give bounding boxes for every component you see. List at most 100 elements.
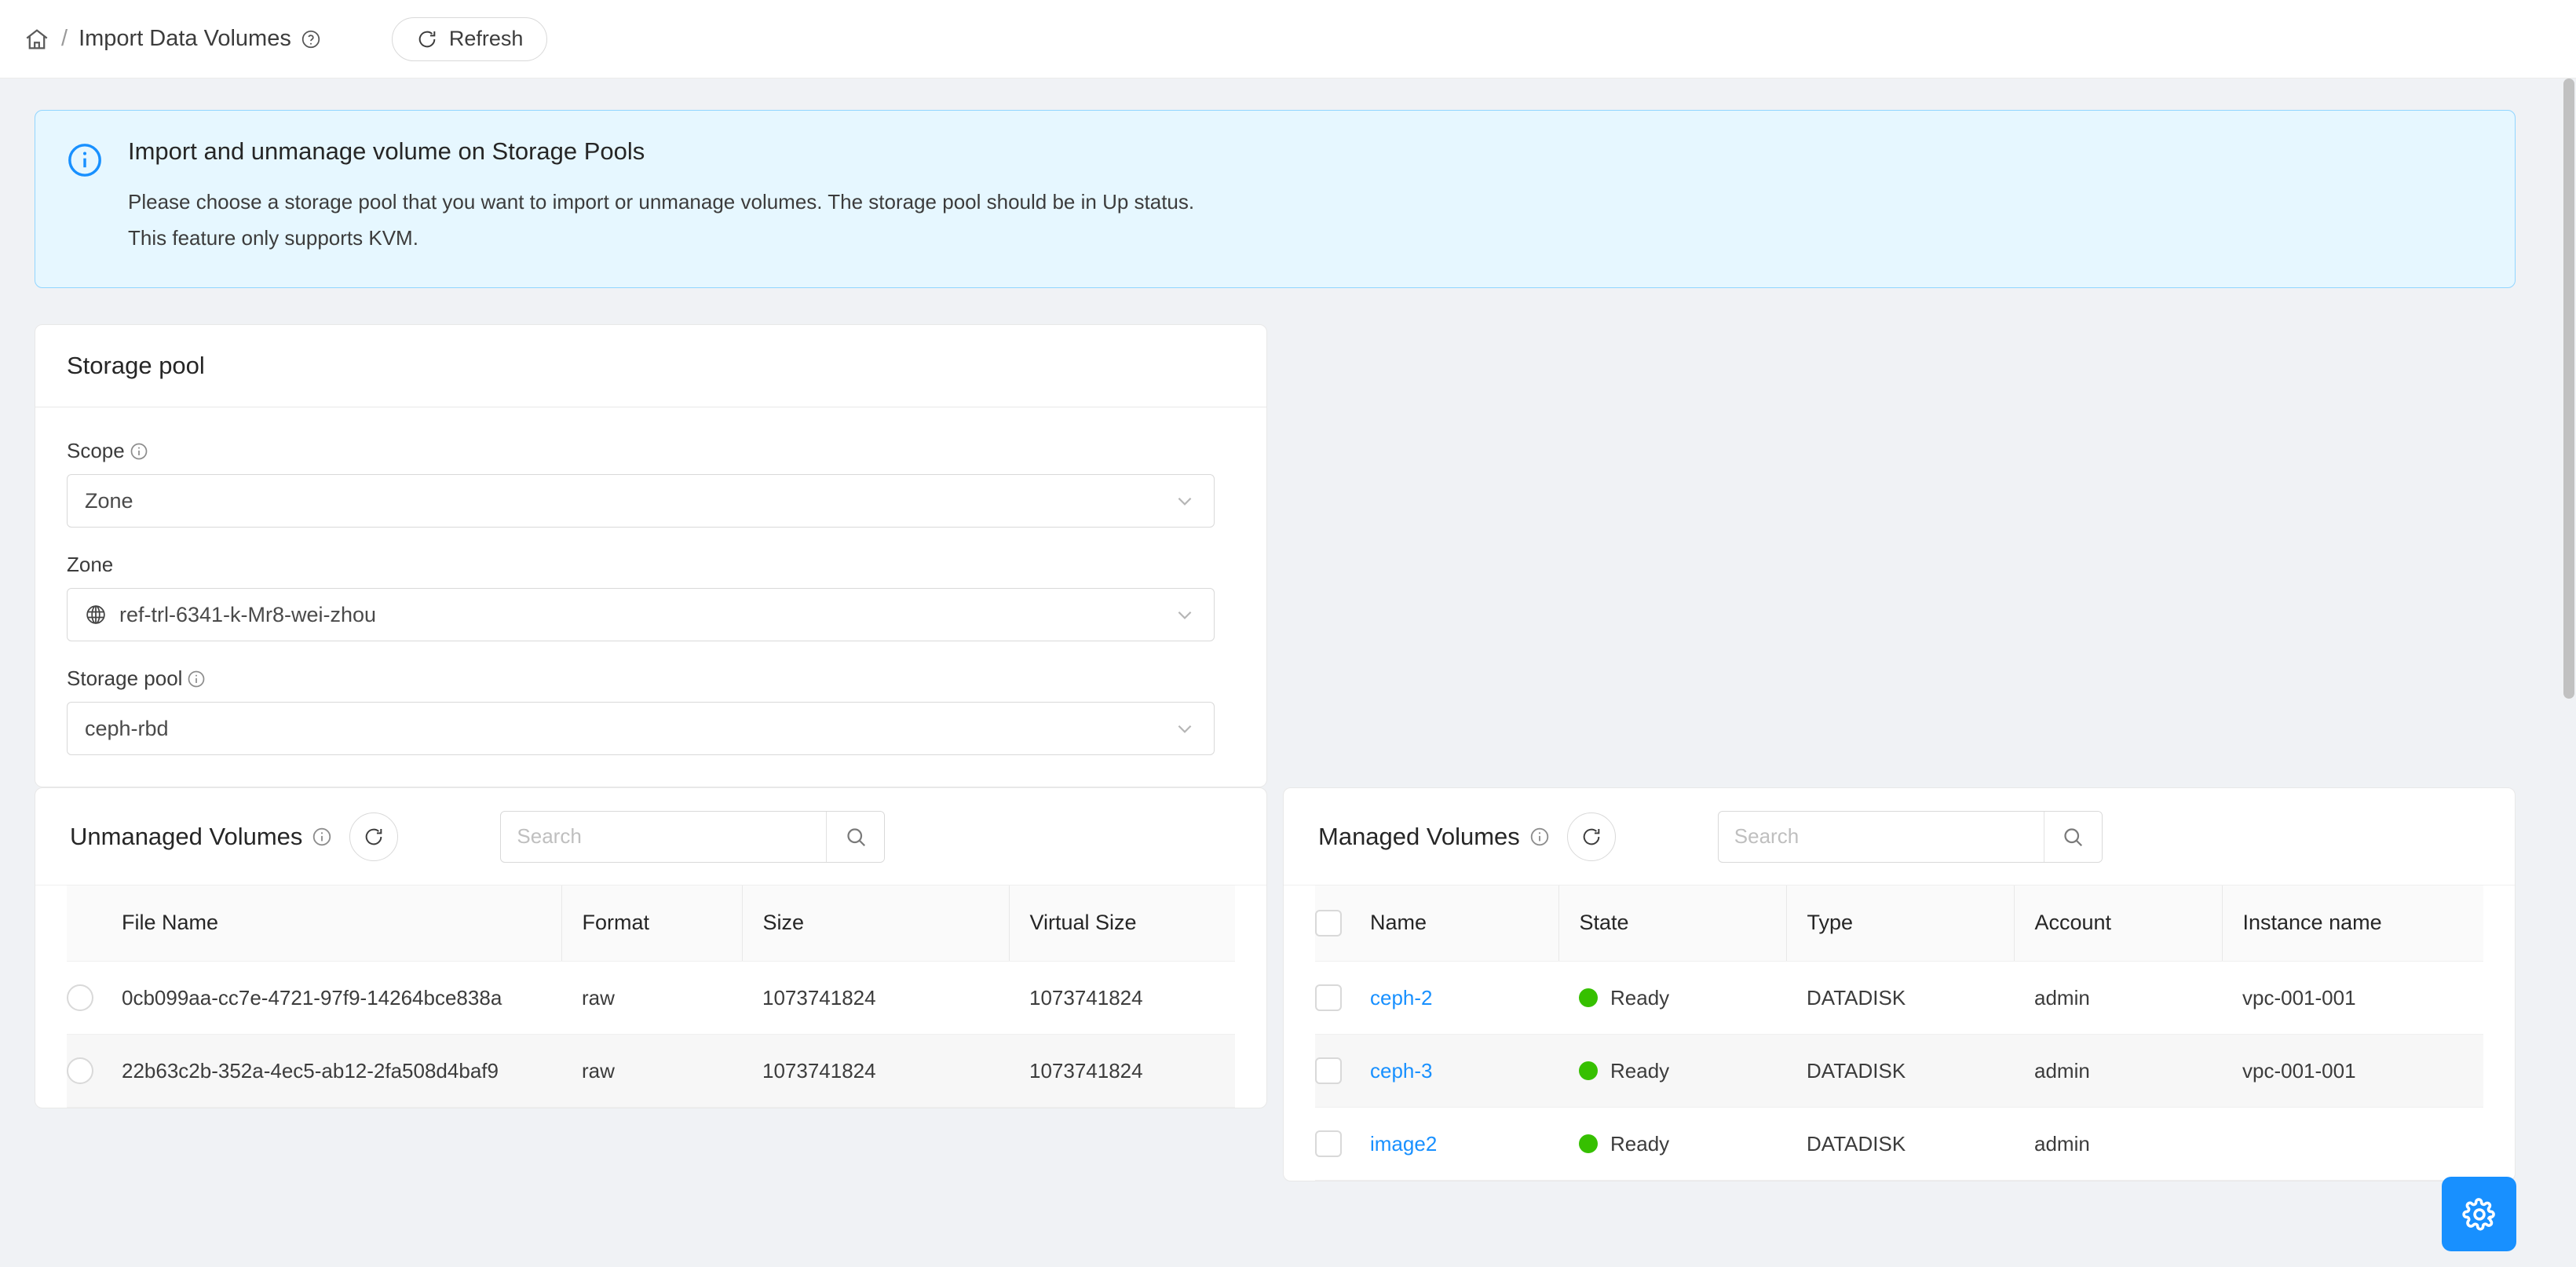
- unmanaged-volumes-panel: Unmanaged Volumes: [35, 787, 1267, 1108]
- status-badge: Ready: [1579, 982, 1786, 1013]
- managed-search-input[interactable]: [1719, 812, 2044, 862]
- managed-table-body: ceph-2 Ready DATADISK admin: [1315, 961, 2483, 1181]
- table-row[interactable]: image2 Ready DATADISK admin: [1315, 1108, 2483, 1181]
- unmanaged-column: Unmanaged Volumes: [35, 787, 1267, 1181]
- unmanaged-search: [500, 811, 885, 863]
- table-row[interactable]: 22b63c2b-352a-4ec5-ab12-2fa508d4baf9 raw…: [67, 1034, 1235, 1107]
- status-dot-icon: [1579, 988, 1598, 1007]
- globe-icon: [85, 604, 119, 626]
- question-circle-icon[interactable]: [291, 29, 321, 49]
- storage-pool-card-title: Storage pool: [35, 325, 1266, 407]
- managed-row-select-cell: [1315, 1108, 1370, 1181]
- scope-label: Scope: [67, 439, 125, 463]
- managed-cell-type: DATADISK: [1786, 961, 2014, 1034]
- managed-cell-name: image2: [1370, 1108, 1558, 1181]
- info-circle-icon[interactable]: [312, 827, 332, 847]
- unmanaged-volumes-table: File Name Format Size Virtual Size: [67, 885, 1235, 1108]
- status-label: Ready: [1610, 1128, 1669, 1159]
- scope-select[interactable]: Zone: [67, 474, 1215, 528]
- unmanaged-volumes-header: Unmanaged Volumes: [35, 788, 1266, 885]
- managed-volumes-title: Managed Volumes: [1318, 823, 1520, 851]
- scope-label-row: Scope: [67, 439, 1235, 463]
- storage-pool-select-value: ceph-rbd: [85, 717, 169, 741]
- storage-pool-label-row: Storage pool: [67, 666, 1235, 691]
- table-row[interactable]: ceph-3 Ready DATADISK admin: [1315, 1034, 2483, 1107]
- zone-label: Zone: [67, 553, 113, 577]
- info-banner-line-1: Please choose a storage pool that you wa…: [128, 184, 1194, 221]
- unmanaged-cell-virtual-size: 1073741824: [1009, 961, 1235, 1034]
- info-circle-icon[interactable]: [130, 442, 148, 461]
- managed-cell-name: ceph-2: [1370, 961, 1558, 1034]
- unmanaged-table-body: 0cb099aa-cc7e-4721-97f9-14264bce838a raw…: [67, 961, 1235, 1108]
- managed-cell-instance-name: vpc-001-001: [2222, 961, 2483, 1034]
- managed-col-instance-name: Instance name: [2222, 885, 2483, 961]
- unmanaged-volumes-title: Unmanaged Volumes: [70, 823, 302, 851]
- unmanaged-cell-file-name: 22b63c2b-352a-4ec5-ab12-2fa508d4baf9: [122, 1034, 561, 1107]
- scrollbar-thumb[interactable]: [2563, 79, 2574, 699]
- table-row[interactable]: ceph-2 Ready DATADISK admin: [1315, 961, 2483, 1034]
- managed-col-name: Name: [1370, 885, 1558, 961]
- status-dot-icon: [1579, 1134, 1598, 1153]
- storage-pool-label: Storage pool: [67, 666, 182, 691]
- reload-icon: [1580, 826, 1602, 848]
- unmanaged-volumes-title-group: Unmanaged Volumes: [70, 823, 332, 851]
- info-circle-icon[interactable]: [1529, 827, 1550, 847]
- managed-col-type: Type: [1786, 885, 2014, 961]
- info-banner-text: Import and unmanage volume on Storage Po…: [128, 137, 1194, 256]
- unmanaged-search-input[interactable]: [501, 812, 826, 862]
- managed-volumes-panel: Managed Volumes: [1283, 787, 2516, 1181]
- row-checkbox[interactable]: [1315, 984, 1342, 1011]
- storage-pool-form: Scope Zone Zone: [35, 407, 1266, 787]
- scope-select-value: Zone: [85, 489, 133, 513]
- page-scrollbar[interactable]: [2560, 79, 2576, 1267]
- refresh-button[interactable]: Refresh: [392, 17, 548, 61]
- unmanaged-table-head: File Name Format Size Virtual Size: [67, 885, 1235, 961]
- managed-cell-account: admin: [2014, 1108, 2222, 1181]
- unmanaged-col-file-name: File Name: [122, 885, 561, 961]
- table-row[interactable]: 0cb099aa-cc7e-4721-97f9-14264bce838a raw…: [67, 961, 1235, 1034]
- breadcrumb-separator: /: [61, 26, 68, 52]
- reload-icon: [363, 826, 385, 848]
- managed-row-select-cell: [1315, 961, 1370, 1034]
- volume-link[interactable]: image2: [1370, 1132, 1437, 1156]
- unmanaged-cell-file-name: 0cb099aa-cc7e-4721-97f9-14264bce838a: [122, 961, 561, 1034]
- unmanaged-row-select-cell: [67, 1034, 122, 1107]
- info-banner: Import and unmanage volume on Storage Po…: [35, 110, 2516, 288]
- volume-link[interactable]: ceph-3: [1370, 1059, 1433, 1083]
- storage-pool-card: Storage pool Scope Zone: [35, 324, 1267, 787]
- info-banner-line-2: This feature only supports KVM.: [128, 221, 1194, 257]
- unmanaged-col-select: [67, 885, 122, 961]
- unmanaged-refresh-button[interactable]: [349, 812, 398, 861]
- home-icon[interactable]: [24, 26, 50, 53]
- search-icon: [2061, 825, 2085, 849]
- info-banner-title: Import and unmanage volume on Storage Po…: [128, 137, 1194, 166]
- zone-select[interactable]: ref-trl-6341-k-Mr8-wei-zhou: [67, 588, 1215, 641]
- status-label: Ready: [1610, 982, 1669, 1013]
- row-radio[interactable]: [67, 984, 93, 1011]
- managed-volumes-header: Managed Volumes: [1284, 788, 2515, 885]
- storage-pool-select[interactable]: ceph-rbd: [67, 702, 1215, 755]
- row-checkbox[interactable]: [1315, 1057, 1342, 1084]
- managed-volumes-table: Name State Type Account Instance name: [1315, 885, 2483, 1181]
- unmanaged-table-wrap: File Name Format Size Virtual Size: [35, 885, 1266, 1108]
- info-circle-icon[interactable]: [187, 670, 206, 688]
- gear-icon: [2461, 1196, 2497, 1232]
- row-checkbox[interactable]: [1315, 1130, 1342, 1157]
- managed-col-state: State: [1558, 885, 1786, 961]
- unmanaged-cell-size: 1073741824: [742, 961, 1009, 1034]
- managed-col-account: Account: [2014, 885, 2222, 961]
- breadcrumb-bar: / Import Data Volumes Refresh: [0, 0, 2576, 79]
- unmanaged-cell-size: 1073741824: [742, 1034, 1009, 1107]
- row-radio[interactable]: [67, 1057, 93, 1084]
- managed-col-select: [1315, 885, 1370, 961]
- managed-refresh-button[interactable]: [1567, 812, 1616, 861]
- status-dot-icon: [1579, 1061, 1598, 1080]
- managed-search-button[interactable]: [2044, 812, 2102, 862]
- unmanaged-col-format: Format: [561, 885, 742, 961]
- managed-cell-account: admin: [2014, 1034, 2222, 1107]
- managed-row-select-cell: [1315, 1034, 1370, 1107]
- unmanaged-search-button[interactable]: [826, 812, 884, 862]
- volume-link[interactable]: ceph-2: [1370, 986, 1433, 1010]
- select-all-checkbox[interactable]: [1315, 910, 1342, 937]
- settings-fab-button[interactable]: [2442, 1177, 2516, 1251]
